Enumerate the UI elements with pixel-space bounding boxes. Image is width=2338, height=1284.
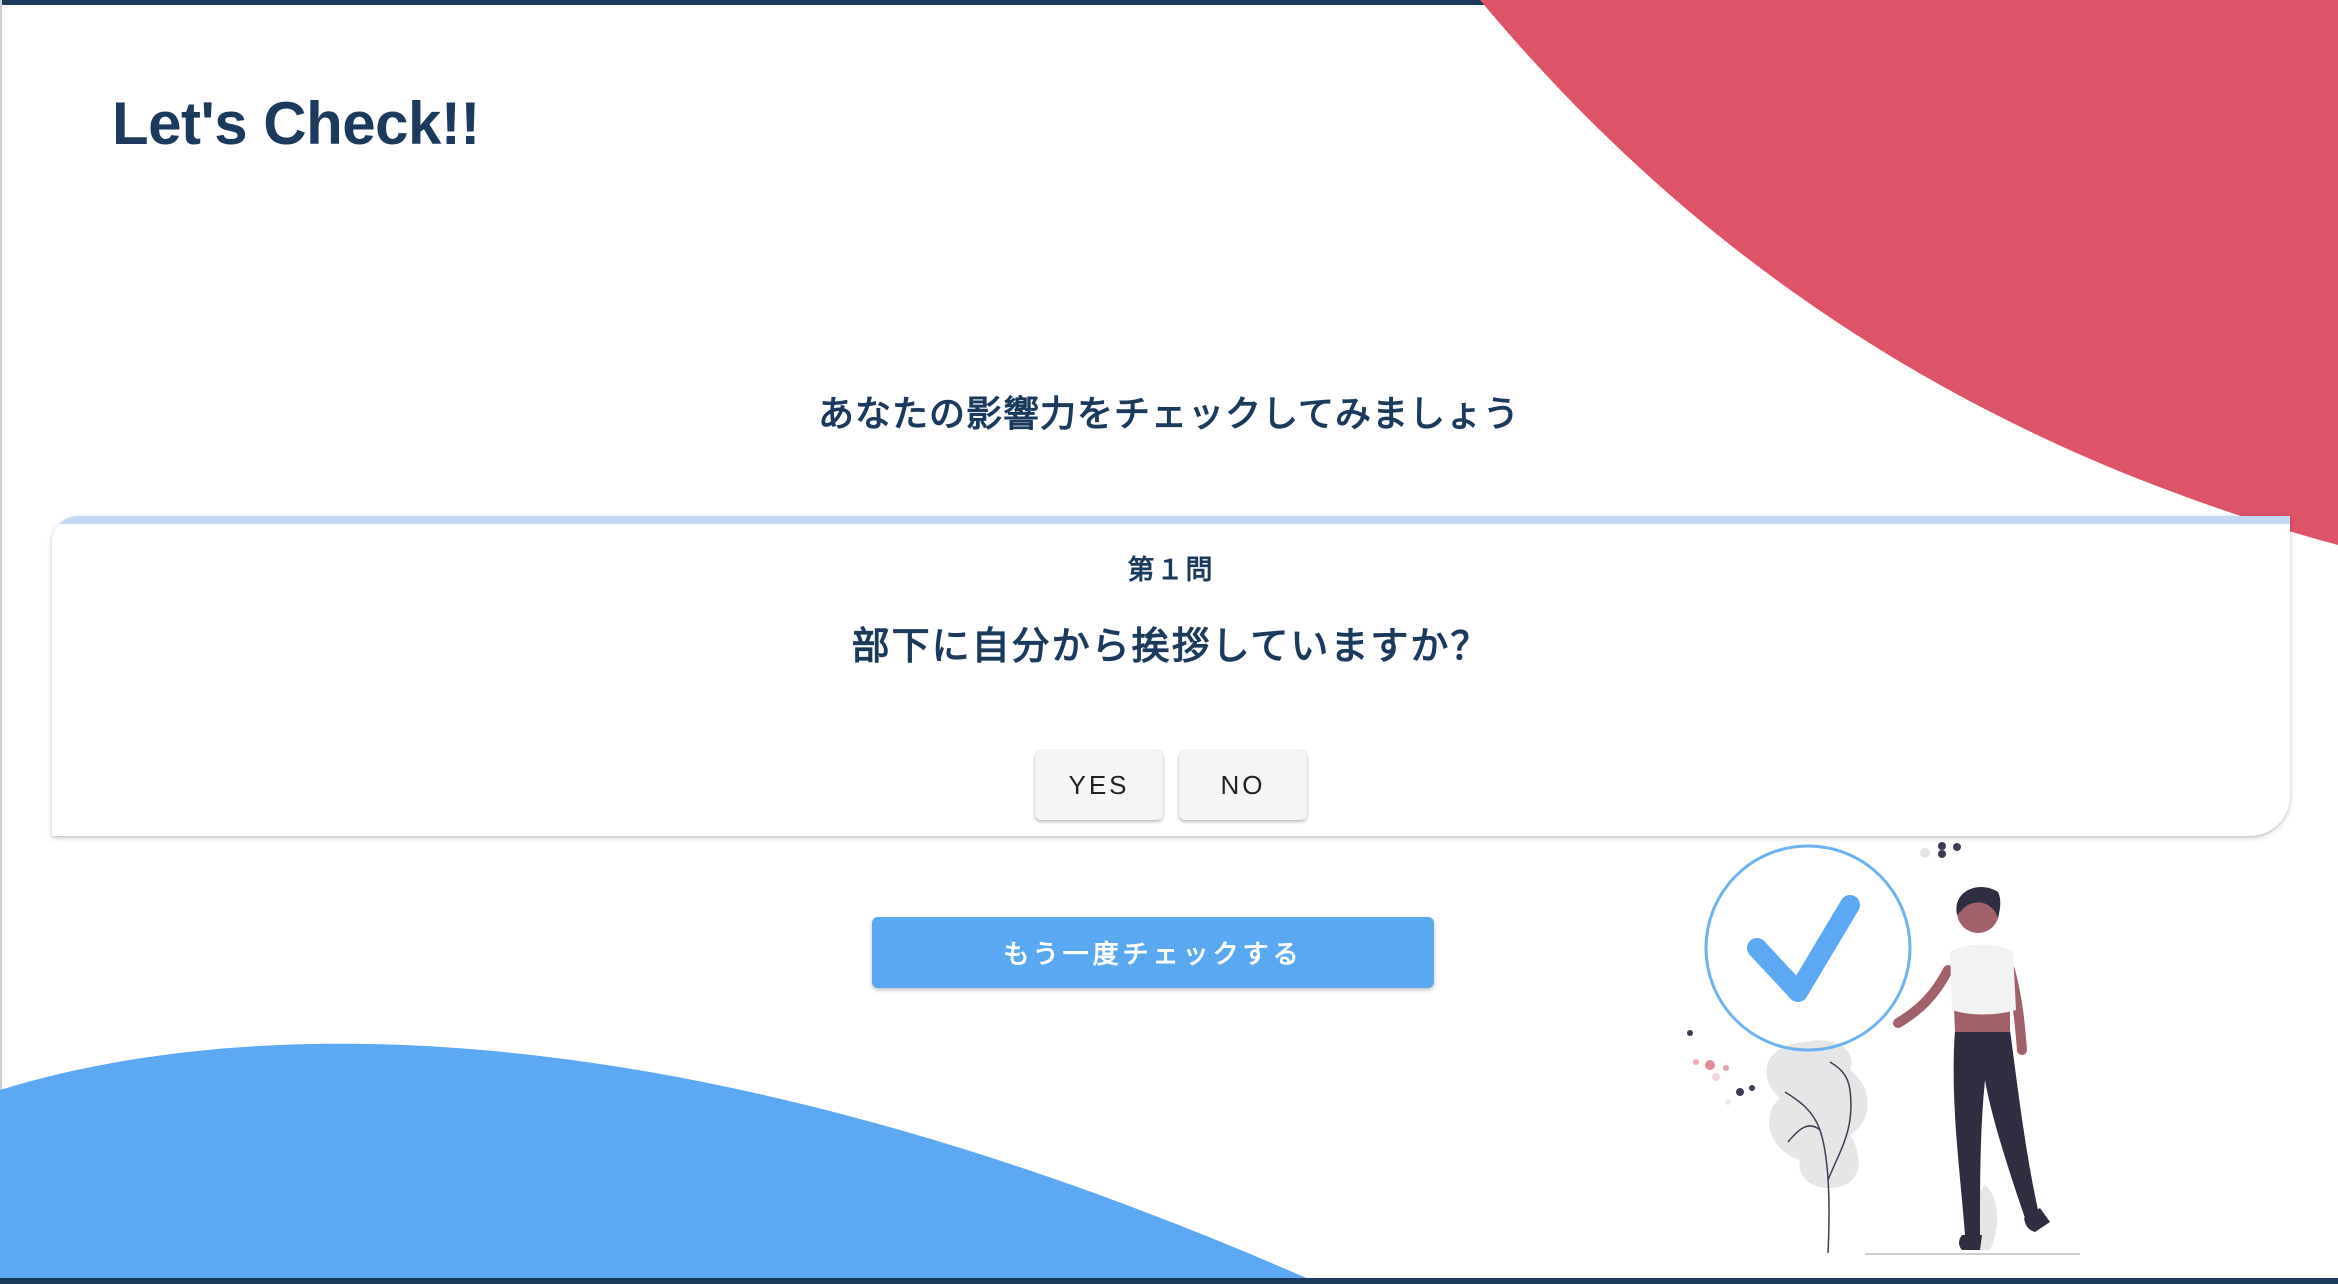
app-title: Let's Check!! xyxy=(112,90,480,157)
yes-button[interactable]: YES xyxy=(1035,750,1163,820)
confetti-dot xyxy=(1725,1099,1731,1105)
person-pants-shape xyxy=(1953,1030,2038,1235)
check-circle-outline xyxy=(1704,844,1912,1052)
confetti-dot xyxy=(1687,1030,1693,1036)
question-text: 部下に自分から挨拶していますか？ xyxy=(851,624,1491,668)
person-shirt-shape xyxy=(1950,944,2016,1015)
blue-blob-shape xyxy=(0,1043,1320,1284)
retry-check-button[interactable]: もう一度チェックする xyxy=(872,917,1434,988)
confetti-dot xyxy=(1736,1088,1744,1096)
confetti-dot xyxy=(1938,850,1946,858)
confetti-dot xyxy=(1693,1059,1699,1065)
plant-leaves-shape xyxy=(1766,1040,1868,1189)
confetti-dot xyxy=(1705,1060,1715,1070)
checkmark-stroke xyxy=(1747,895,1860,1002)
confetti-dot xyxy=(1749,1085,1755,1091)
question-card: 第１問 部下に自分から挨拶していますか？ YES NO xyxy=(52,516,2290,836)
no-button[interactable]: NO xyxy=(1179,750,1307,820)
confetti-dot xyxy=(1712,1073,1720,1081)
red-blob-shape xyxy=(1480,0,2338,545)
card-accent-bar xyxy=(52,516,2290,524)
confetti-dot xyxy=(1953,843,1961,851)
person-shoe-left xyxy=(1959,1235,1982,1250)
confetti-dot xyxy=(1938,842,1946,850)
checkmark-person-icon xyxy=(1687,842,2080,1255)
page-subtitle: あなたの影響力をチェックしてみましょう xyxy=(818,394,1520,435)
answer-button-group: YES NO xyxy=(1035,750,1307,820)
bottom-border xyxy=(0,1278,2338,1284)
confetti-dot xyxy=(1920,848,1930,858)
confetti-dot xyxy=(1723,1065,1729,1071)
question-number: 第１問 xyxy=(1127,555,1215,586)
